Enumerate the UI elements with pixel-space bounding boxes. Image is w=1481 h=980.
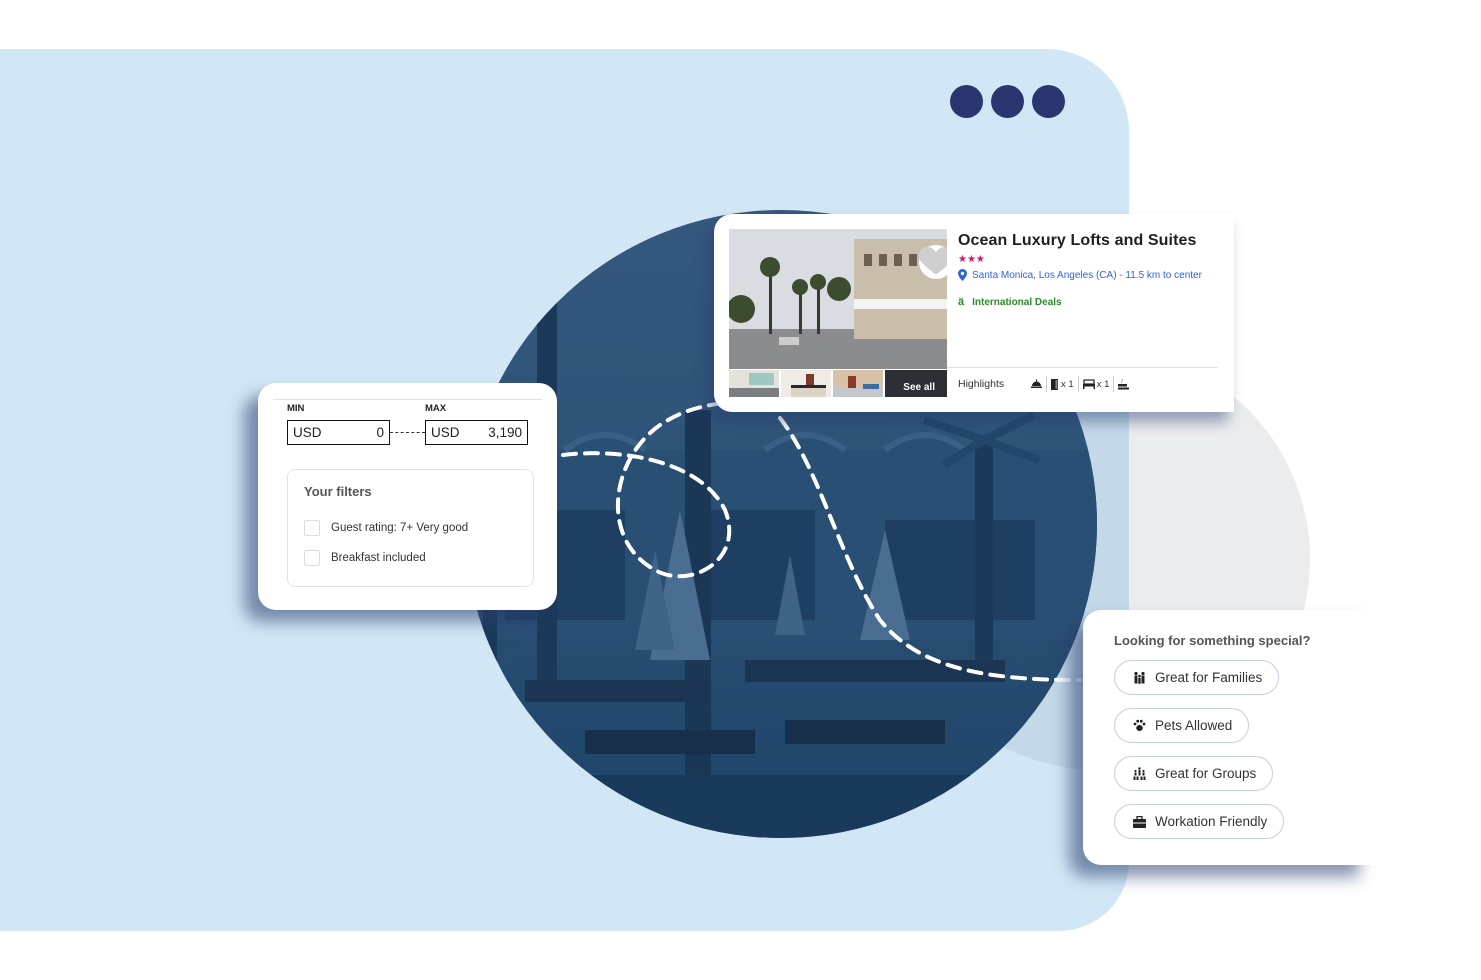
option-label: Workation Friendly xyxy=(1155,814,1268,829)
price-filter-card: MIN MAX USD 0 USD 3,190 Your filters Gue… xyxy=(258,383,557,610)
room-photo xyxy=(833,370,883,397)
option-label: Pets Allowed xyxy=(1155,718,1233,733)
hotel-name[interactable]: Ocean Luxury Lofts and Suites xyxy=(958,232,1197,250)
amenities-list: x 1 x 1 xyxy=(1027,376,1133,392)
thumbnail-3[interactable] xyxy=(833,370,883,397)
paw-icon xyxy=(1133,719,1146,732)
min-value: 0 xyxy=(376,425,384,440)
window-dots xyxy=(950,85,1065,118)
hotel-main-photo[interactable] xyxy=(729,229,947,369)
max-price-label: MAX xyxy=(425,403,447,414)
special-title: Looking for something special? xyxy=(1114,633,1311,648)
divider xyxy=(947,367,1218,368)
thumbnail-1[interactable] xyxy=(729,370,779,397)
option-great-for-groups[interactable]: Great for Groups xyxy=(1114,756,1274,791)
option-great-for-families[interactable]: Great for Families xyxy=(1114,660,1280,695)
range-connector xyxy=(390,432,425,433)
thumbnail-2[interactable] xyxy=(781,370,831,397)
divider xyxy=(273,399,542,400)
card-fade xyxy=(1353,610,1393,865)
see-all-photos-button[interactable]: See all xyxy=(885,370,947,397)
door-icon xyxy=(1051,378,1058,390)
hotel-bell-icon xyxy=(1031,379,1042,388)
favorite-button[interactable] xyxy=(919,245,947,279)
your-filters-box: Your filters Guest rating: 7+ Very good … xyxy=(287,469,534,587)
amenity-coffee xyxy=(1114,376,1133,392)
dot-1 xyxy=(950,85,983,118)
location-text: Santa Monica, Los Angeles (CA) - 11.5 km… xyxy=(972,269,1202,281)
amenity-beds: x 1 xyxy=(1079,376,1115,392)
your-filters-title: Your filters xyxy=(304,484,372,499)
photo-thumbnails: See all xyxy=(729,370,947,397)
map-pin-icon xyxy=(958,269,967,281)
street-photo xyxy=(729,229,947,369)
min-price-label: MIN xyxy=(287,403,305,414)
option-label: Great for Families xyxy=(1155,670,1263,685)
option-pets-allowed[interactable]: Pets Allowed xyxy=(1114,708,1250,743)
deal-text: International Deals xyxy=(972,296,1062,308)
bed-icon xyxy=(1082,379,1095,389)
room-photo xyxy=(781,370,831,397)
max-currency: USD xyxy=(431,425,460,440)
min-currency: USD xyxy=(293,425,322,440)
filter-label: Breakfast included xyxy=(331,552,426,564)
briefcase-icon xyxy=(1133,815,1146,828)
deal-tag-icon: ä xyxy=(958,296,965,308)
coffee-machine-icon xyxy=(1118,378,1130,389)
guest-rating-checkbox[interactable] xyxy=(304,520,320,536)
see-all-label: See all xyxy=(903,382,935,393)
min-price-input[interactable]: USD 0 xyxy=(287,420,390,445)
hotel-card[interactable]: See all Ocean Luxury Lofts and Suites ★★… xyxy=(714,214,1234,412)
amenity-rooms: x 1 xyxy=(1047,376,1079,392)
highlights-label: Highlights xyxy=(958,378,1005,390)
hotel-location[interactable]: Santa Monica, Los Angeles (CA) - 11.5 km… xyxy=(958,269,1202,281)
amenity-beds-count: x 1 xyxy=(1096,378,1110,390)
heart-icon xyxy=(919,247,947,275)
dot-3 xyxy=(1032,85,1065,118)
dot-2 xyxy=(991,85,1024,118)
filter-guest-rating[interactable]: Guest rating: 7+ Very good xyxy=(304,520,468,536)
option-workation-friendly[interactable]: Workation Friendly xyxy=(1114,804,1285,839)
deal-badge: ä International Deals xyxy=(958,296,1062,308)
option-label: Great for Groups xyxy=(1155,766,1257,781)
filter-breakfast[interactable]: Breakfast included xyxy=(304,550,426,566)
amenity-reception xyxy=(1027,376,1047,392)
filter-label: Guest rating: 7+ Very good xyxy=(331,522,469,534)
max-value: 3,190 xyxy=(488,425,522,440)
group-icon xyxy=(1133,767,1146,780)
breakfast-checkbox[interactable] xyxy=(304,550,320,566)
room-photo xyxy=(729,370,779,397)
family-icon xyxy=(1133,671,1146,684)
special-options-card: Looking for something special? Great for… xyxy=(1083,610,1393,865)
star-rating: ★★★ xyxy=(958,254,985,265)
amenity-rooms-count: x 1 xyxy=(1061,378,1074,390)
max-price-input[interactable]: USD 3,190 xyxy=(425,420,528,445)
